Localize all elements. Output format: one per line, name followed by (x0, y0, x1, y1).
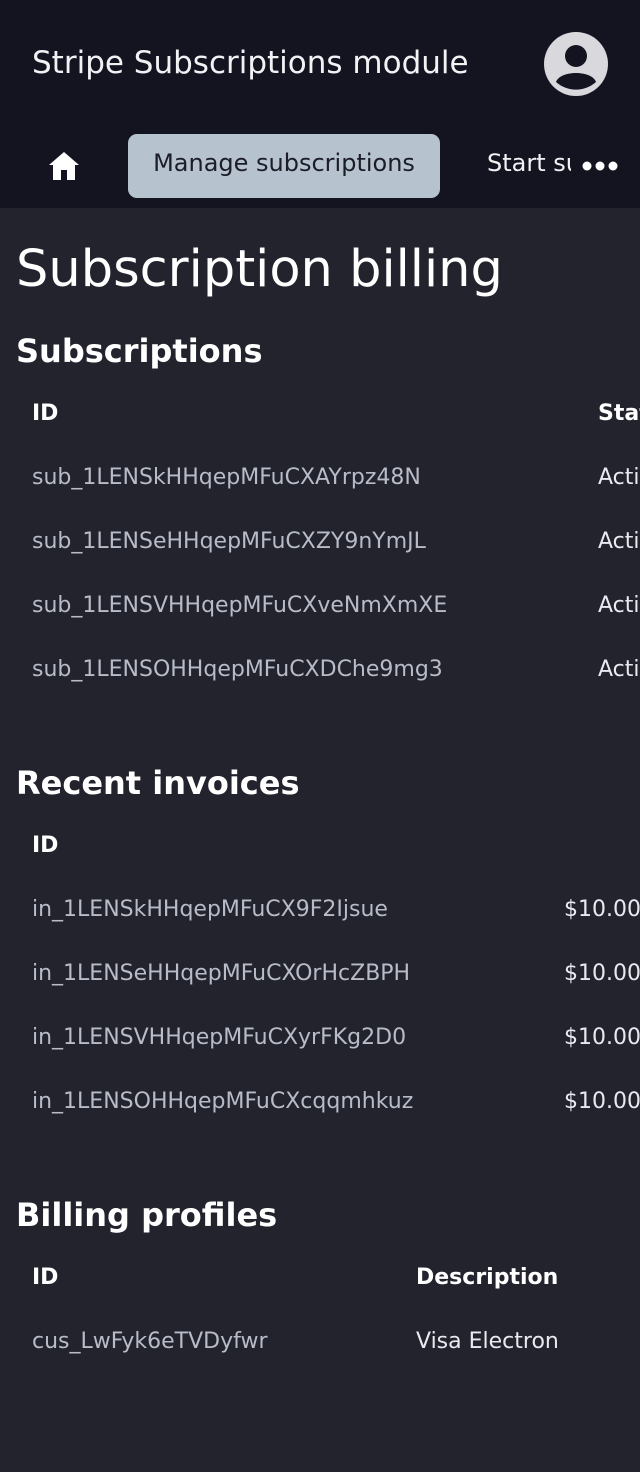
tab-start-subscription[interactable]: Start subscription (487, 134, 571, 192)
customer-id: cus_LwFyk6eTVDyfwr (32, 1329, 268, 1354)
column-header-id: ID (32, 1265, 59, 1290)
invoice-id: in_1LENSOHHqepMFuCXcqqmhkuz (32, 1089, 414, 1114)
subscriptions-heading: Subscriptions (16, 332, 263, 370)
table-header-row: ID Status (0, 382, 640, 446)
column-header-id: ID (32, 401, 59, 426)
table-row[interactable]: in_1LENSeHHqepMFuCXOrHcZBPH $10.00 (0, 942, 640, 1006)
table-header-row: ID (0, 814, 640, 878)
subscriptions-table: ID Status sub_1LENSkHHqepMFuCXAYrpz48N A… (0, 382, 640, 702)
subscription-id: sub_1LENSeHHqepMFuCXZY9nYmJL (32, 529, 426, 554)
invoice-amount: $10.00 (564, 897, 640, 922)
home-icon[interactable] (32, 142, 96, 190)
recent-invoices-heading: Recent invoices (16, 764, 300, 802)
column-header-id: ID (32, 833, 59, 858)
app-title: Stripe Subscriptions module (32, 45, 469, 81)
account-circle-icon[interactable] (544, 32, 608, 96)
table-header-row: ID Description (0, 1246, 640, 1310)
invoice-id: in_1LENSeHHqepMFuCXOrHcZBPH (32, 961, 411, 986)
subscription-id: sub_1LENSkHHqepMFuCXAYrpz48N (32, 465, 421, 490)
subscription-status: Active (598, 529, 640, 554)
subscription-status: Active (598, 657, 640, 682)
table-row[interactable]: in_1LENSVHHqepMFuCXyrFKg2D0 $10.00 (0, 1006, 640, 1070)
table-row[interactable]: in_1LENSkHHqepMFuCX9F2Ijsue $10.00 (0, 878, 640, 942)
nav-bar: Manage subscriptions Start subscription (0, 128, 640, 208)
billing-profiles-heading: Billing profiles (16, 1196, 278, 1234)
invoice-amount: $10.00 (564, 1089, 640, 1114)
more-horizontal-icon[interactable] (574, 144, 626, 188)
table-row[interactable]: sub_1LENSVHHqepMFuCXveNmXmXE Active (0, 574, 640, 638)
billing-profiles-table: ID Description cus_LwFyk6eTVDyfwr Visa E… (0, 1246, 640, 1374)
app-header: Stripe Subscriptions module (0, 0, 640, 128)
subscription-status: Active (598, 465, 640, 490)
subscription-status: Active (598, 593, 640, 618)
table-row[interactable]: cus_LwFyk6eTVDyfwr Visa Electron (0, 1310, 640, 1374)
table-row[interactable]: sub_1LENSeHHqepMFuCXZY9nYmJL Active (0, 510, 640, 574)
subscription-id: sub_1LENSVHHqepMFuCXveNmXmXE (32, 593, 448, 618)
table-row[interactable]: sub_1LENSOHHqepMFuCXDChe9mg3 Active (0, 638, 640, 702)
billing-description: Visa Electron (416, 1329, 559, 1354)
table-row[interactable]: in_1LENSOHHqepMFuCXcqqmhkuz $10.00 (0, 1070, 640, 1134)
column-header-status: Status (598, 401, 640, 426)
invoice-amount: $10.00 (564, 1025, 640, 1050)
invoice-id: in_1LENSVHHqepMFuCXyrFKg2D0 (32, 1025, 407, 1050)
subscription-id: sub_1LENSOHHqepMFuCXDChe9mg3 (32, 657, 443, 682)
invoice-id: in_1LENSkHHqepMFuCX9F2Ijsue (32, 897, 388, 922)
invoices-table: ID in_1LENSkHHqepMFuCX9F2Ijsue $10.00 in… (0, 814, 640, 1134)
page-title: Subscription billing (16, 240, 503, 299)
table-row[interactable]: sub_1LENSkHHqepMFuCXAYrpz48N Active (0, 446, 640, 510)
invoice-amount: $10.00 (564, 961, 640, 986)
column-header-description: Description (416, 1265, 559, 1290)
tab-manage-subscriptions[interactable]: Manage subscriptions (128, 134, 440, 198)
